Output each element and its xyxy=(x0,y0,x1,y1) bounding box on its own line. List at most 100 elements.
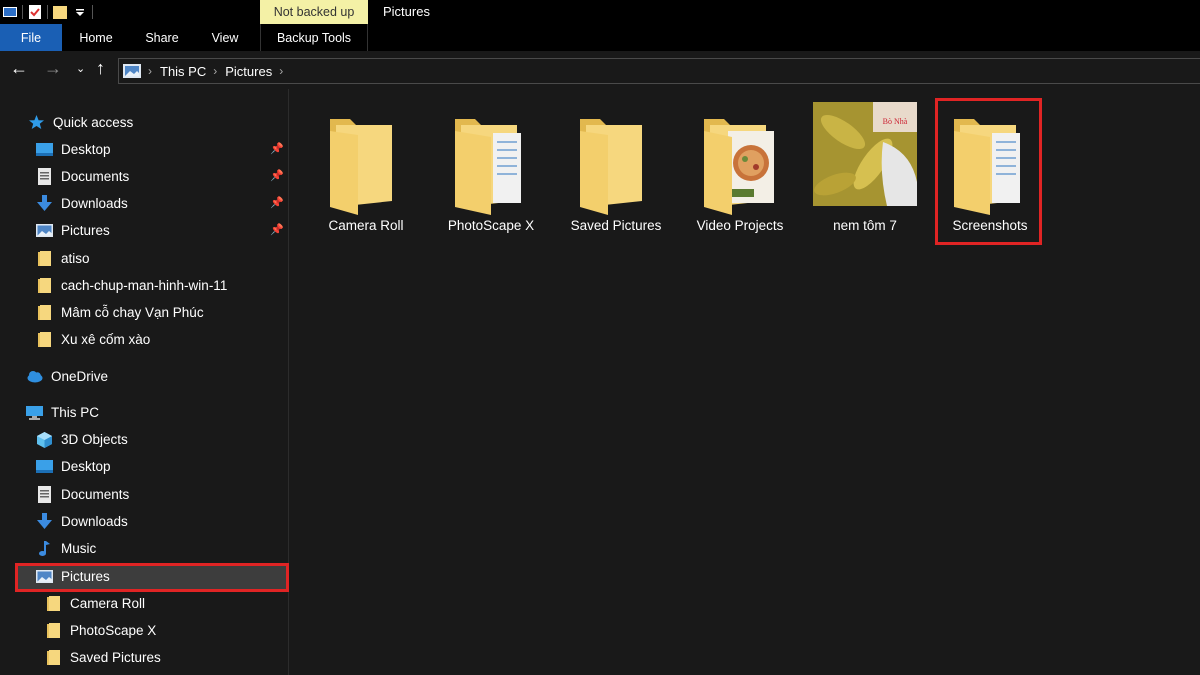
pin-icon[interactable]: 📌 xyxy=(270,142,284,155)
folder-item-saved-pictures[interactable]: Saved Pictures xyxy=(561,99,671,239)
new-folder-icon[interactable] xyxy=(52,4,68,20)
nav-photoscape-x[interactable]: PhotoScape X xyxy=(45,619,156,641)
tab-home[interactable]: Home xyxy=(72,24,120,51)
nav-qa-xu-xe-com-xao[interactable]: Xu xê cốm xào xyxy=(36,328,150,350)
nav-label: atiso xyxy=(61,250,90,266)
nav-music[interactable]: Music xyxy=(36,537,96,559)
nav-label: Camera Roll xyxy=(70,595,146,611)
toolbar-separator xyxy=(22,5,23,19)
backup-status-label: Not backed up xyxy=(260,0,368,24)
nav-label: OneDrive xyxy=(51,368,109,384)
desktop-icon xyxy=(36,141,53,158)
cloud-icon xyxy=(26,368,43,385)
nav-label: PhotoScape X xyxy=(70,622,157,638)
nav-label: Music xyxy=(61,540,97,556)
nav-qa-desktop[interactable]: Desktop xyxy=(36,138,111,160)
nav-qa-documents[interactable]: Documents xyxy=(36,165,129,187)
tab-backup-tools[interactable]: Backup Tools xyxy=(260,24,368,51)
nav-qa-downloads[interactable]: Downloads xyxy=(36,192,128,214)
folder-icon xyxy=(36,304,53,321)
nav-qa-mam-co-chay-van-phuc[interactable]: Mâm cỗ chay Vạn Phúc xyxy=(36,301,204,323)
nav-label: Mâm cỗ chay Vạn Phúc xyxy=(61,304,204,320)
nav-label: Xu xê cốm xào xyxy=(61,331,151,347)
star-icon xyxy=(28,114,45,131)
breadcrumb-this-pc[interactable]: This PC xyxy=(160,64,206,79)
breadcrumb-separator-icon[interactable]: › xyxy=(148,64,152,78)
customize-toolbar-icon[interactable] xyxy=(72,4,88,20)
folder-icon xyxy=(36,331,53,348)
nav-quick-access[interactable]: Quick access xyxy=(28,111,133,133)
nav-label: 3D Objects xyxy=(61,431,128,447)
nav-documents[interactable]: Documents xyxy=(36,483,129,505)
nav-label: Downloads xyxy=(61,195,128,211)
address-bar[interactable]: › This PC › Pictures › xyxy=(118,58,1200,84)
back-arrow-icon[interactable]: ← xyxy=(10,58,28,79)
nav-desktop[interactable]: Desktop xyxy=(36,455,111,477)
3d-objects-icon xyxy=(36,431,53,448)
item-label: nem tôm 7 xyxy=(833,218,897,233)
properties-icon[interactable] xyxy=(27,4,43,20)
title-bar xyxy=(0,0,1200,24)
thumbnail-watermark: Bò Nhà xyxy=(883,117,908,126)
toolbar-separator xyxy=(47,5,48,19)
folder-icon xyxy=(36,277,53,294)
folder-item-camera-roll[interactable]: Camera Roll xyxy=(311,99,421,239)
nav-label: Saved Pictures xyxy=(70,649,161,665)
quick-access-toolbar xyxy=(0,0,93,24)
nav-label: Quick access xyxy=(53,114,134,130)
folder-item-photoscape-x[interactable]: PhotoScape X xyxy=(436,99,546,239)
nav-label: cach-chup-man-hinh-win-11 xyxy=(61,277,228,293)
pin-icon[interactable]: 📌 xyxy=(270,169,284,182)
tab-file[interactable]: File xyxy=(0,24,62,51)
nav-label: Documents xyxy=(61,168,130,184)
nav-downloads[interactable]: Downloads xyxy=(36,510,128,532)
folder-icon xyxy=(45,622,62,639)
desktop-icon xyxy=(36,458,53,475)
nav-qa-cach-chup-man-hinh-win-11[interactable]: cach-chup-man-hinh-win-11 xyxy=(36,274,227,296)
breadcrumb-separator-icon[interactable]: › xyxy=(279,64,283,78)
nav-qa-atiso[interactable]: atiso xyxy=(36,247,90,269)
nav-label: Downloads xyxy=(61,513,128,529)
pin-icon[interactable]: 📌 xyxy=(270,223,284,236)
computer-icon xyxy=(26,404,43,421)
tab-view[interactable]: View xyxy=(202,24,248,51)
folder-icon xyxy=(45,595,62,612)
pictures-icon xyxy=(36,222,53,239)
nav-label: Documents xyxy=(61,486,130,502)
recent-locations-chevron-icon[interactable]: ⌄ xyxy=(76,62,85,75)
folder-item-video-projects[interactable]: Video Projects xyxy=(685,99,795,239)
folder-icon xyxy=(330,119,392,215)
nav-camera-roll[interactable]: Camera Roll xyxy=(45,592,145,614)
pictures-location-icon xyxy=(123,64,141,78)
image-item-nem-tom-7[interactable]: Bò Nhà nem tôm 7 xyxy=(810,99,920,239)
forward-arrow-icon[interactable]: → xyxy=(44,58,62,79)
item-label: Saved Pictures xyxy=(570,218,662,233)
nav-label: Pictures xyxy=(61,222,110,238)
nav-onedrive[interactable]: OneDrive xyxy=(26,365,108,387)
nav-label: Desktop xyxy=(61,458,111,474)
nav-saved-pictures[interactable]: Saved Pictures xyxy=(45,646,161,668)
pictures-highlight-box xyxy=(15,563,289,592)
folder-with-image-icon xyxy=(704,119,774,215)
toolbar-separator xyxy=(92,5,93,19)
nav-qa-pictures[interactable]: Pictures xyxy=(36,219,110,241)
food-photo-thumbnail: Bò Nhà xyxy=(813,102,917,206)
nav-this-pc[interactable]: This PC xyxy=(26,401,99,423)
tab-share[interactable]: Share xyxy=(138,24,186,51)
breadcrumb-pictures[interactable]: Pictures xyxy=(225,64,272,79)
documents-icon xyxy=(36,167,53,185)
pin-icon[interactable]: 📌 xyxy=(270,196,284,209)
screenshots-highlight-box xyxy=(935,98,1042,245)
folder-with-files-icon xyxy=(455,119,521,215)
nav-label: Desktop xyxy=(61,141,111,157)
downloads-icon xyxy=(36,194,53,212)
item-label: PhotoScape X xyxy=(447,218,535,233)
breadcrumb-separator-icon[interactable]: › xyxy=(213,64,217,78)
up-arrow-icon[interactable]: ↑ xyxy=(96,58,105,79)
nav-3d-objects[interactable]: 3D Objects xyxy=(36,428,128,450)
documents-icon xyxy=(36,485,53,503)
window-icon[interactable] xyxy=(2,4,18,20)
folder-icon xyxy=(36,250,53,267)
folder-icon xyxy=(45,649,62,666)
item-label: Video Projects xyxy=(696,218,784,233)
